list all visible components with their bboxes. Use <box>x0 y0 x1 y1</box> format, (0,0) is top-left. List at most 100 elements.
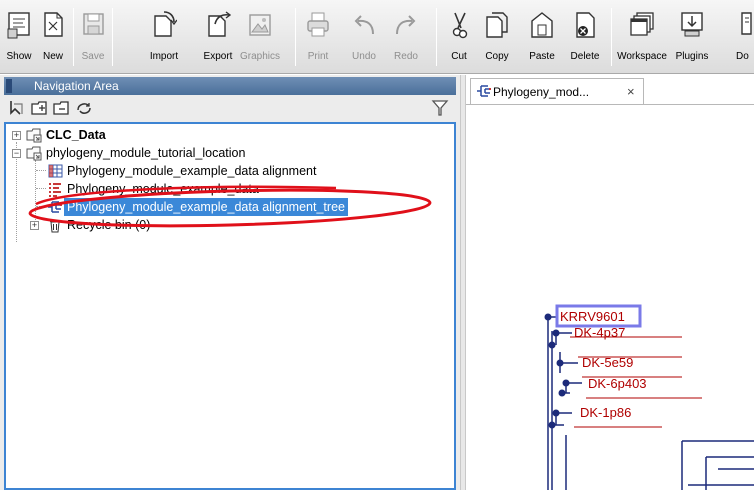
leaf-label-dk-6p403[interactable]: DK-6p403 <box>588 376 647 391</box>
tree-node[interactable] <box>548 341 556 349</box>
navigation-panel: Navigation Area + CLC_Data − phylogeny_m… <box>0 75 460 490</box>
toolbar-separator <box>611 8 612 66</box>
new-icon <box>44 12 63 37</box>
copy-button[interactable]: Copy <box>480 4 514 70</box>
tree-branch <box>681 440 754 490</box>
clc-data-expander[interactable]: + <box>12 131 21 140</box>
leaf-label-dk-5e59[interactable]: DK-5e59 <box>582 355 633 370</box>
show-icon <box>7 12 30 39</box>
leaf-label-krrv9601[interactable]: KRRV9601 <box>560 309 625 324</box>
delete-button[interactable]: Delete <box>566 4 604 70</box>
redo-button[interactable]: Redo <box>390 4 422 70</box>
workspace-button-label: Workspace <box>617 51 667 62</box>
show-button[interactable]: Show <box>2 4 36 70</box>
tree-node[interactable] <box>548 421 556 429</box>
copy-button-label: Copy <box>485 51 509 62</box>
main-toolbar: Show New Save Import Export Graphics Pri… <box>0 0 754 74</box>
leaf-label-dk-4p37[interactable]: DK-4p37 <box>574 325 625 340</box>
download-button-label: Do <box>736 51 749 62</box>
tree-item-label: Recycle bin (0) <box>67 218 151 232</box>
download-icon <box>741 12 752 35</box>
toolbar-separator <box>436 8 437 66</box>
cut-button-label: Cut <box>451 51 467 62</box>
tree-node[interactable] <box>552 329 560 337</box>
tree-icon <box>477 85 491 97</box>
redo-button-label: Redo <box>394 51 418 62</box>
close-icon[interactable]: × <box>627 80 635 104</box>
tree-node[interactable] <box>544 313 552 321</box>
cut-icon <box>452 12 468 39</box>
save-button-label: Save <box>81 51 105 62</box>
copy-icon <box>486 12 508 38</box>
tree-guide <box>36 170 46 171</box>
tree-node[interactable] <box>556 359 564 367</box>
workspace-button[interactable]: Workspace <box>616 4 668 70</box>
navigation-tree: + CLC_Data − phylogeny_module_tutorial_l… <box>4 122 456 490</box>
show-button-label: Show <box>6 51 32 62</box>
tab-label: Phylogeny_mod... <box>493 85 590 99</box>
graphics-icon <box>249 14 271 36</box>
tree-guide <box>36 206 46 207</box>
import-button-label: Import <box>149 51 179 62</box>
folder-icon <box>26 146 42 161</box>
add-folder-icon[interactable] <box>8 98 28 118</box>
navigation-area-title: Navigation Area <box>34 79 119 93</box>
tree-node[interactable] <box>552 409 560 417</box>
undo-button[interactable]: Undo <box>348 4 380 70</box>
import-icon <box>154 11 177 37</box>
delete-button-label: Delete <box>570 51 600 62</box>
undo-button-label: Undo <box>352 51 376 62</box>
tree-icon <box>48 201 62 213</box>
graphics-button-label: Graphics <box>240 51 281 62</box>
redo-icon <box>396 15 416 35</box>
import-button[interactable]: Import <box>146 4 182 70</box>
location-expander[interactable]: − <box>12 149 21 158</box>
graphics-button[interactable]: Graphics <box>240 4 280 70</box>
workspace-icon <box>630 12 654 36</box>
filter-icon[interactable] <box>430 98 450 118</box>
refresh-icon[interactable] <box>74 98 94 118</box>
export-button[interactable]: Export <box>200 4 236 70</box>
save-button[interactable]: Save <box>76 4 110 70</box>
toolbar-separator <box>295 8 296 66</box>
delete-icon <box>576 12 595 38</box>
new-button[interactable]: New <box>36 4 70 70</box>
plugins-button[interactable]: Plugins <box>672 4 712 70</box>
navigation-area-header: Navigation Area <box>4 77 456 95</box>
alignment-icon <box>48 164 63 178</box>
export-button-label: Export <box>203 51 233 62</box>
tree-node[interactable] <box>558 389 566 397</box>
trash-icon <box>50 220 60 233</box>
paste-button-label: Paste <box>529 51 555 62</box>
new-folder-icon[interactable] <box>52 98 72 118</box>
panel-corner-marker <box>6 79 12 93</box>
plugins-button-label: Plugins <box>675 51 709 62</box>
tab-phylogeny-tree[interactable]: Phylogeny_mod... × <box>470 78 644 104</box>
tree-node[interactable] <box>562 379 570 387</box>
new-folder-icon[interactable] <box>30 98 50 118</box>
paste-icon <box>531 12 553 38</box>
tree-item-label: Phylogeny_module_example_data alignment <box>67 164 317 178</box>
plugins-icon <box>681 12 703 37</box>
print-icon <box>307 12 329 37</box>
paste-button[interactable]: Paste <box>524 4 560 70</box>
export-icon <box>208 11 231 37</box>
recycle-bin-expander[interactable]: + <box>30 221 39 230</box>
toolbar-separator <box>73 8 74 66</box>
undo-icon <box>354 15 374 35</box>
editor-area: Phylogeny_mod... × KRRV9601 DK-4p37 DK-5… <box>466 75 754 490</box>
navigation-toolbar <box>4 96 456 120</box>
tree-item-label: Phylogeny_module_example_data <box>67 182 259 196</box>
toolbar-separator <box>112 8 113 66</box>
tree-item-label: CLC_Data <box>46 128 106 142</box>
leaf-label-dk-1p86[interactable]: DK-1p86 <box>580 405 631 420</box>
cut-button[interactable]: Cut <box>444 4 474 70</box>
download-button[interactable]: Do <box>736 4 754 70</box>
tree-item-label: phylogeny_module_tutorial_location <box>46 146 246 160</box>
print-button-label: Print <box>307 51 329 62</box>
print-button[interactable]: Print <box>302 4 334 70</box>
save-icon <box>83 13 104 35</box>
phylogenetic-tree-view[interactable]: KRRV9601 DK-4p37 DK-5e59 DK-6p403 DK-1p8… <box>466 105 754 490</box>
folder-icon <box>26 128 42 143</box>
new-button-label: New <box>42 51 63 62</box>
